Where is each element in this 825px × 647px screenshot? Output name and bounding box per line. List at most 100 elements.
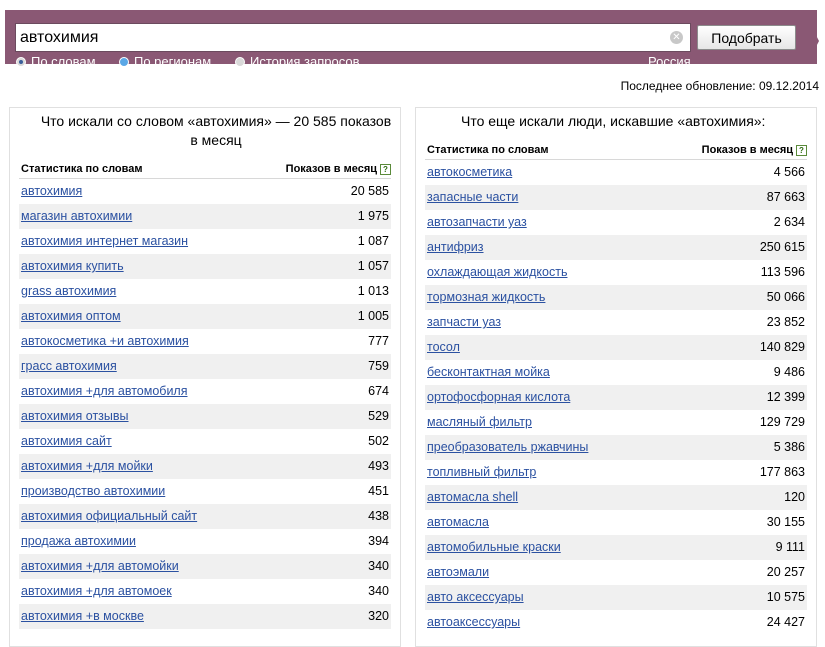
phrase-link[interactable]: бесконтактная мойка xyxy=(427,365,550,379)
column-header-phrase: Статистика по словам xyxy=(21,163,143,175)
stats-table: Статистика по словам Показов в месяц? ав… xyxy=(425,139,807,635)
mode-by-regions[interactable]: По регионам xyxy=(119,54,211,69)
phrase-link[interactable]: авто аксессуары xyxy=(427,590,524,604)
phrase-link[interactable]: автохимия оптом xyxy=(21,309,121,323)
impressions-count: 2 634 xyxy=(773,215,805,229)
phrase-link[interactable]: антифриз xyxy=(427,240,484,254)
impressions-count: 777 xyxy=(368,334,389,348)
impressions-count: 250 615 xyxy=(759,240,805,254)
phrase-link[interactable]: производство автохимии xyxy=(21,484,165,498)
phrase-link[interactable]: магазин автохимии xyxy=(21,209,132,223)
phrase-link[interactable]: запасные части xyxy=(427,190,518,204)
impressions-count: 10 575 xyxy=(766,590,805,604)
table-row: автохимия +для автомойки 340 xyxy=(19,554,391,579)
impressions-count: 5 386 xyxy=(773,440,805,454)
impressions-count: 20 585 xyxy=(350,184,389,198)
phrase-link[interactable]: автокосметика +и автохимия xyxy=(21,334,189,348)
impressions-count: 4 566 xyxy=(773,165,805,179)
impressions-count: 1 005 xyxy=(357,309,389,323)
search-field[interactable]: ✕ xyxy=(15,23,691,52)
phrase-link[interactable]: автокосметика xyxy=(427,165,512,179)
column-header-phrase: Статистика по словам xyxy=(427,144,549,156)
impressions-count: 9 111 xyxy=(775,540,805,554)
table-row: автохимия +для автомобиля 674 xyxy=(19,379,391,404)
phrase-link[interactable]: грасс автохимия xyxy=(21,359,117,373)
radio-checked-icon xyxy=(16,57,26,67)
phrase-link[interactable]: топливный фильтр xyxy=(427,465,536,479)
phrase-link[interactable]: автомасла shell xyxy=(427,490,518,504)
table-row: запасные части 87 663 xyxy=(425,185,807,210)
phrase-link[interactable]: автомобильные краски xyxy=(427,540,561,554)
search-input[interactable] xyxy=(20,26,660,50)
phrase-link[interactable]: grass автохимия xyxy=(21,284,116,298)
phrase-link[interactable]: автозапчасти уаз xyxy=(427,215,527,229)
impressions-count: 50 066 xyxy=(766,290,805,304)
phrase-link[interactable]: автохимия +в москве xyxy=(21,609,144,623)
phrase-link[interactable]: ортофосфорная кислота xyxy=(427,390,570,404)
impressions-count: 140 829 xyxy=(759,340,805,354)
table-row: автомасла 30 155 xyxy=(425,510,807,535)
table-row: автохимия официальный сайт 438 xyxy=(19,504,391,529)
impressions-count: 340 xyxy=(368,584,389,598)
impressions-count: 87 663 xyxy=(766,190,805,204)
impressions-count: 23 852 xyxy=(766,315,805,329)
phrase-link[interactable]: автохимия купить xyxy=(21,259,124,273)
impressions-count: 1 057 xyxy=(357,259,389,273)
table-row: грасс автохимия 759 xyxy=(19,354,391,379)
phrase-link[interactable]: автохимия +для мойки xyxy=(21,459,153,473)
table-row: автохимия 20 585 xyxy=(19,179,391,204)
phrase-link[interactable]: автомасла xyxy=(427,515,489,529)
submit-button[interactable]: Подобрать xyxy=(697,25,796,50)
phrase-link[interactable]: автоэмали xyxy=(427,565,489,579)
impressions-count: 320 xyxy=(368,609,389,623)
impressions-count: 451 xyxy=(368,484,389,498)
impressions-count: 129 729 xyxy=(759,415,805,429)
table-row: бесконтактная мойка 9 486 xyxy=(425,360,807,385)
phrase-link[interactable]: автохимия интернет магазин xyxy=(21,234,188,248)
phrase-link[interactable]: автохимия +для автомойки xyxy=(21,559,179,573)
phrase-link[interactable]: тосол xyxy=(427,340,460,354)
mode-by-words[interactable]: По словам xyxy=(16,54,96,69)
impressions-count: 113 596 xyxy=(760,265,805,279)
phrase-link[interactable]: тормозная жидкость xyxy=(427,290,545,304)
help-icon[interactable]: ? xyxy=(380,164,391,175)
impressions-count: 1 975 xyxy=(357,209,389,223)
impressions-count: 9 486 xyxy=(773,365,805,379)
impressions-count: 177 863 xyxy=(759,465,805,479)
phrase-link[interactable]: автохимия xyxy=(21,184,82,198)
impressions-count: 20 257 xyxy=(766,565,805,579)
help-icon[interactable]: ? xyxy=(796,145,807,156)
phrase-link[interactable]: автохимия сайт xyxy=(21,434,112,448)
phrase-link[interactable]: преобразователь ржавчины xyxy=(427,440,588,454)
table-row: авто аксессуары 10 575 xyxy=(425,585,807,610)
table-row: тосол 140 829 xyxy=(425,335,807,360)
impressions-count: 120 xyxy=(784,490,805,504)
phrase-link[interactable]: автохимия +для автомобиля xyxy=(21,384,188,398)
table-row: автохимия +для мойки 493 xyxy=(19,454,391,479)
impressions-count: 529 xyxy=(368,409,389,423)
phrase-link[interactable]: автохимия +для автомоек xyxy=(21,584,172,598)
clear-icon[interactable]: ✕ xyxy=(670,31,683,44)
table-row: автохимия купить 1 057 xyxy=(19,254,391,279)
table-row: автохимия оптом 1 005 xyxy=(19,304,391,329)
table-row: охлаждающая жидкость 113 596 xyxy=(425,260,807,285)
table-row: автокосметика +и автохимия 777 xyxy=(19,329,391,354)
phrase-link[interactable]: автоаксессуары xyxy=(427,615,520,629)
table-row: автоаксессуары 24 427 xyxy=(425,610,807,635)
phrase-link[interactable]: масляный фильтр xyxy=(427,415,532,429)
phrase-link[interactable]: охлаждающая жидкость xyxy=(427,265,567,279)
radio-icon xyxy=(235,57,245,67)
radio-icon xyxy=(119,57,129,67)
table-row: масляный фильтр 129 729 xyxy=(425,410,807,435)
panel-title: Что искали со словом «автохимия» — 20 58… xyxy=(40,113,392,148)
search-bar-arrow xyxy=(807,18,819,64)
phrase-link[interactable]: автохимия официальный сайт xyxy=(21,509,197,523)
impressions-count: 502 xyxy=(368,434,389,448)
phrase-link[interactable]: продажа автохимии xyxy=(21,534,136,548)
phrase-link[interactable]: автохимия отзывы xyxy=(21,409,129,423)
mode-history[interactable]: История запросов xyxy=(235,54,360,69)
phrase-link[interactable]: запчасти уаз xyxy=(427,315,501,329)
table-header: Статистика по словам Показов в месяц? xyxy=(19,158,391,179)
table-row: продажа автохимии 394 xyxy=(19,529,391,554)
region-link[interactable]: Россия xyxy=(648,54,691,69)
